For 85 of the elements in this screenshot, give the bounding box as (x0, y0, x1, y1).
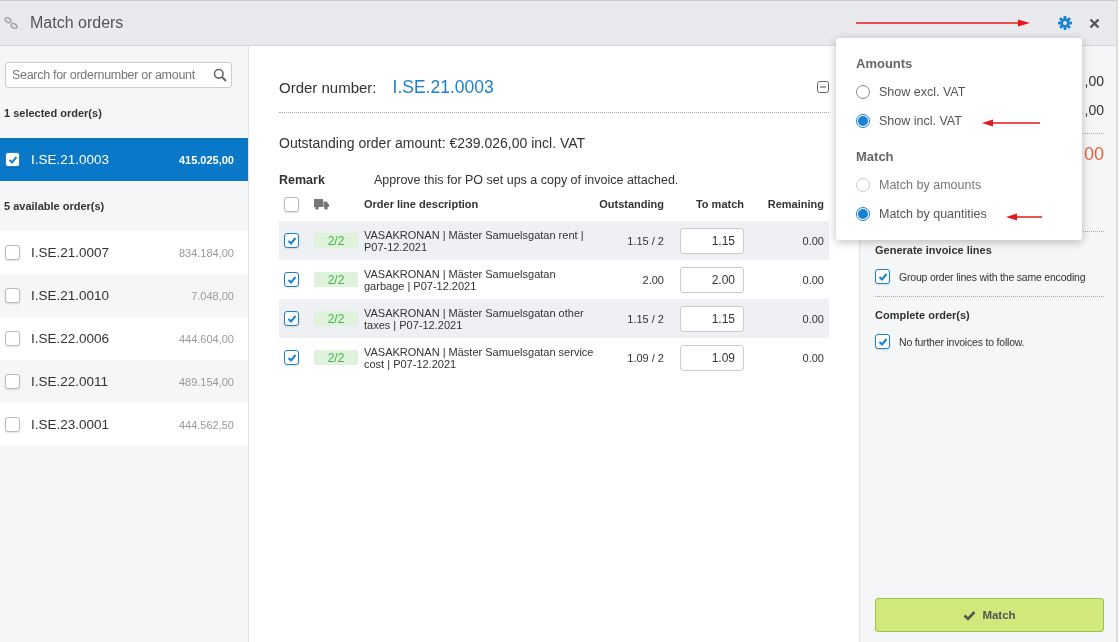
radio-label: Match by amounts (879, 177, 982, 192)
radio-label: Match by quantities (879, 206, 987, 221)
select-all-checkbox[interactable] (284, 196, 299, 212)
annotation-arrow (1006, 213, 1042, 221)
checkbox[interactable] (284, 272, 299, 287)
amount-value: ,00 (1084, 72, 1104, 91)
link-icon (4, 17, 18, 29)
table-cell-text: 1.15 / 2 (626, 312, 664, 325)
search-field[interactable]: Search for ordernumber or amount (5, 62, 232, 88)
quantity-field[interactable]: 1.15 (680, 305, 744, 332)
collapse-icon[interactable] (817, 81, 829, 93)
order-amount: 7.048,00 (191, 289, 234, 302)
order-amount: 834.184,00 (178, 246, 234, 259)
order-item[interactable]: I.SE.21.0007 834.184,00 (0, 231, 248, 274)
checkbox[interactable] (5, 152, 20, 167)
table-cell-text: VASAKRONAN | Mäster Samuelsgatan service cost | P07-12.2021 (364, 345, 595, 370)
order-item[interactable]: I.SE.23.0001 444.562,50 (0, 403, 248, 446)
table-cell-text: 0.00 (801, 234, 824, 247)
truck-icon (314, 198, 329, 210)
order-number: I.SE.21.0010 (31, 288, 111, 303)
checkbox[interactable] (284, 311, 299, 326)
table-cell-text: VASAKRONAN | Mäster Samuelsgatan rent | P07-12.2021 (364, 228, 585, 253)
radio-label: Show excl. VAT (879, 84, 966, 99)
checkbox[interactable] (5, 374, 20, 389)
quantity-field[interactable]: 1.15 (680, 227, 744, 254)
status-badge: 2/2 (314, 350, 358, 365)
radio-label: Show incl. VAT (879, 113, 962, 128)
section-heading: 5 available order(s) (3, 199, 106, 214)
checkbox[interactable] (875, 269, 890, 284)
quantity-field[interactable]: 2.00 (680, 266, 744, 293)
checkbox[interactable] (875, 334, 890, 349)
table-cell-text: VASAKRONAN | Mäster Samuelsgatan garbage | P07-12.2021 (364, 267, 557, 292)
order-number: I.SE.23.0001 (31, 417, 111, 432)
remark-text: Approve this for PO set ups a copy of invoice attached. (374, 173, 679, 187)
table-cell-text: 0.00 (801, 312, 824, 325)
remark-label: Remark (279, 173, 326, 187)
window-title: Match orders (30, 14, 124, 32)
order-number: I.SE.21.0003 (392, 76, 494, 98)
column-header: Outstanding (598, 198, 664, 210)
menu-group-title: Amounts (856, 56, 913, 71)
order-amount: 444.562,50 (178, 418, 234, 431)
table-cell-text: 0.00 (801, 351, 824, 364)
checkbox[interactable] (5, 288, 20, 303)
column-header: Order line description (364, 198, 480, 210)
section-title: Generate invoice lines (875, 244, 993, 256)
order-amount: 415.025,00 (178, 153, 234, 166)
status-badge: 2/2 (314, 233, 358, 248)
order-number: I.SE.22.0006 (31, 331, 111, 346)
check-icon (963, 609, 977, 621)
total-amount: 00 (1083, 144, 1104, 165)
search-icon (213, 68, 227, 82)
close-icon[interactable] (1089, 17, 1100, 29)
checkbox[interactable] (5, 245, 20, 260)
section-heading: 1 selected order(s) (3, 106, 103, 121)
order-amount: 489.154,00 (178, 375, 234, 388)
order-number: I.SE.22.0011 (31, 374, 110, 389)
column-header: To match (694, 198, 744, 210)
table-cell-text: VASAKRONAN | Mäster Samuelsgatan other taxes | P07-12.2021 (364, 306, 585, 331)
outstanding-amount: Outstanding order amount: €239.026,00 incl. VAT (279, 135, 587, 151)
amount-value: ,00 (1084, 101, 1104, 120)
checkbox[interactable] (5, 331, 20, 346)
menu-group-title: Match (856, 149, 894, 164)
checkbox-label: Group order lines with the same encoding (899, 270, 1086, 283)
annotation-arrow (982, 119, 1040, 127)
section-title: Complete order(s) (875, 309, 971, 321)
settings-icon[interactable] (1058, 16, 1072, 30)
quantity-field[interactable]: 1.09 (680, 344, 744, 371)
order-amount: 444.604,00 (178, 332, 234, 345)
status-badge: 2/2 (314, 272, 358, 287)
checkbox[interactable] (5, 417, 20, 432)
checkbox[interactable] (284, 350, 299, 365)
order-number: I.SE.21.0007 (31, 245, 111, 260)
checkbox-label: No further invoices to follow. (899, 335, 1025, 348)
checkbox[interactable] (284, 233, 299, 248)
table-cell-text: 0.00 (801, 273, 824, 286)
order-item[interactable]: I.SE.22.0006 444.604,00 (0, 317, 248, 360)
order-number-label: Order number: (279, 78, 377, 96)
status-badge: 2/2 (314, 311, 358, 326)
table-cell-text: 2.00 (641, 273, 664, 286)
table-cell-text: 1.09 / 2 (626, 351, 664, 364)
match-button[interactable]: Match (875, 598, 1104, 632)
order-number: I.SE.21.0003 (31, 152, 111, 167)
order-item[interactable]: I.SE.21.0003 415.025,00 (0, 138, 248, 181)
table-cell-text: 1.15 / 2 (626, 234, 664, 247)
column-header: Remaining (766, 198, 824, 210)
